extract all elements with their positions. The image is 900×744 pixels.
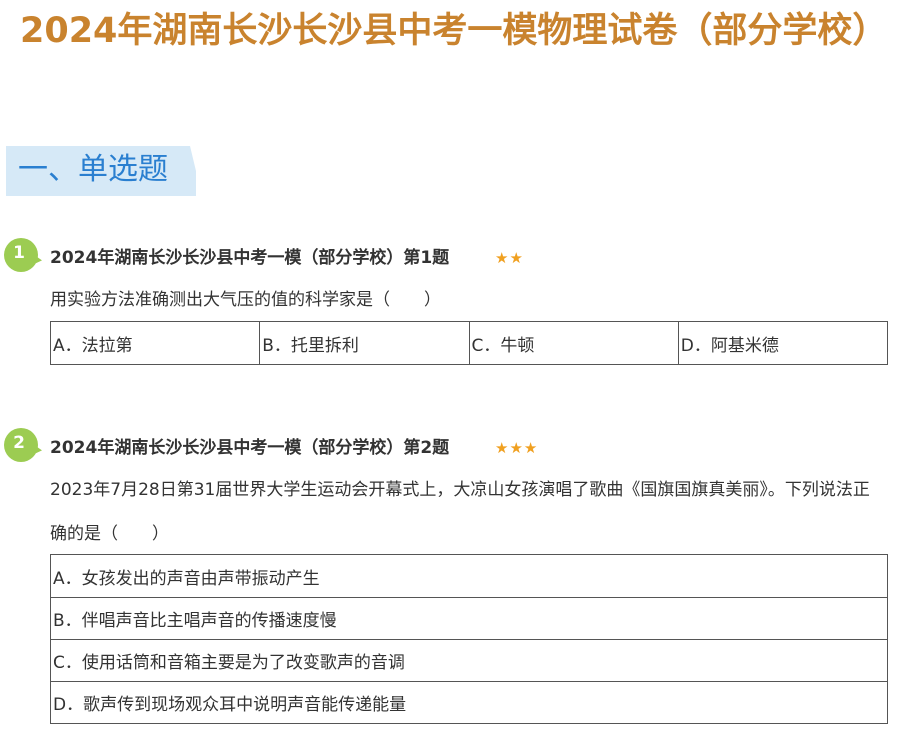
option-a[interactable]: A．法拉第 [51, 322, 259, 364]
question-stem: 2023年7月28日第31届世界大学生运动会开幕式上，大凉山女孩演唱了歌曲《国旗… [50, 480, 870, 544]
option-c[interactable]: C．使用话筒和音箱主要是为了改变歌声的音调 [51, 639, 887, 681]
question-number-badge: 2 [4, 428, 42, 462]
question-number: 1 [13, 243, 25, 263]
option-b[interactable]: B．伴唱声音比主唱声音的传播速度慢 [51, 597, 887, 639]
question-source[interactable]: 2024年湖南长沙长沙县中考一模（部分学校）第1题 [50, 246, 449, 270]
question-number: 2 [13, 433, 25, 453]
options-row: A．法拉第 B．托里拆利 C．牛顿 D．阿基米德 [50, 321, 888, 365]
question-stem: 用实验方法准确测出大气压的值的科学家是（ ） [50, 290, 441, 310]
difficulty-stars: ★★ [495, 249, 524, 267]
option-d[interactable]: D．阿基米德 [677, 322, 887, 364]
option-a[interactable]: A．女孩发出的声音由声带振动产生 [51, 555, 887, 597]
section-title: 一、单选题 [18, 152, 168, 187]
question-source[interactable]: 2024年湖南长沙长沙县中考一模（部分学校）第2题 [50, 436, 449, 460]
option-b[interactable]: B．托里拆利 [259, 322, 468, 364]
options-table: A．女孩发出的声音由声带振动产生 B．伴唱声音比主唱声音的传播速度慢 C．使用话… [50, 554, 888, 724]
option-c[interactable]: C．牛顿 [468, 322, 678, 364]
option-d[interactable]: D．歌声传到现场观众耳中说明声音能传递能量 [51, 681, 887, 723]
difficulty-stars: ★★★ [495, 439, 539, 457]
section-header: 一、单选题 [6, 146, 196, 196]
question-number-badge: 1 [4, 238, 42, 272]
page-title: 2024年湖南长沙长沙县中考一模物理试卷（部分学校） [20, 11, 888, 51]
